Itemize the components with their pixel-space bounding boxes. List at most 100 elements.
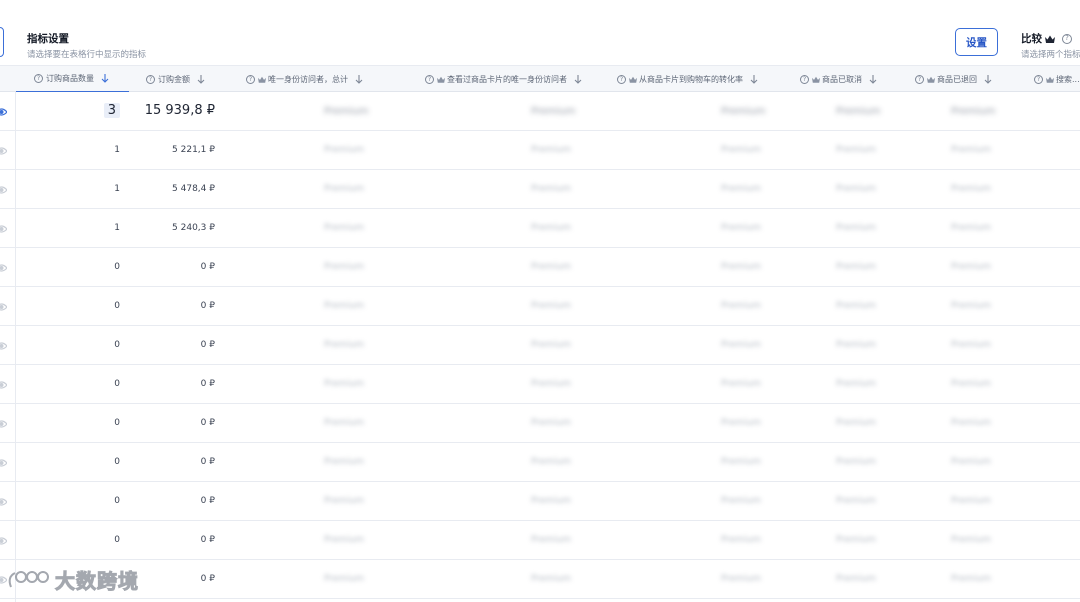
order-qty-cell: 1 bbox=[114, 184, 120, 194]
table-row: 1 5 478,4 ₽ Premium Premium Premium Premium Pr… bbox=[0, 170, 1080, 209]
column-header-6[interactable]: ? 商品已退回 bbox=[915, 66, 992, 92]
watermark-text: 大数跨境 bbox=[55, 569, 139, 594]
eye-icon[interactable] bbox=[0, 458, 7, 468]
order-amount-cell: 0 ₽ bbox=[200, 535, 215, 545]
help-icon[interactable]: ? bbox=[915, 74, 924, 84]
total-row: 3 15 939,8 ₽ Premium Premium Premium Premium P… bbox=[0, 92, 1080, 131]
order-amount-cell: 15 939,8 ₽ bbox=[144, 103, 215, 118]
premium-locked-cell: Premium bbox=[951, 262, 992, 272]
collapsed-left-button[interactable] bbox=[0, 27, 4, 57]
premium-locked-cell: Premium bbox=[836, 535, 877, 545]
premium-locked-cell: Premium bbox=[531, 535, 572, 545]
metrics-settings-title: 指标设置 bbox=[27, 33, 69, 45]
order-qty-cell: 0 bbox=[114, 262, 120, 272]
eye-icon[interactable] bbox=[0, 419, 7, 429]
table-row: 0 0 ₽ Premium Premium Premium Premium Premium bbox=[0, 326, 1080, 365]
order-amount-cell: 0 ₽ bbox=[200, 574, 215, 584]
column-header-1[interactable]: ? 订购金额 bbox=[146, 66, 205, 92]
sort-arrow-icon[interactable] bbox=[574, 74, 582, 84]
premium-locked-cell: Premium bbox=[721, 145, 762, 155]
sort-arrow-icon[interactable] bbox=[101, 74, 109, 83]
premium-locked-cell: Premium bbox=[324, 184, 365, 194]
eye-icon[interactable] bbox=[0, 380, 7, 390]
premium-locked-cell: Premium bbox=[951, 574, 992, 584]
premium-locked-cell: Premium bbox=[324, 340, 365, 350]
help-icon[interactable]: ? bbox=[34, 74, 43, 83]
premium-locked-cell: Premium bbox=[951, 340, 992, 350]
premium-locked-cell: Premium bbox=[531, 379, 572, 389]
column-header-5[interactable]: ? 商品已取消 bbox=[800, 66, 877, 92]
table-row: 0 0 ₽ Premium Premium Premium Premium Premium bbox=[0, 482, 1080, 521]
premium-locked-cell: Premium bbox=[836, 496, 877, 506]
order-amount-cell: 0 ₽ bbox=[200, 301, 215, 311]
eye-icon[interactable] bbox=[0, 224, 7, 234]
premium-locked-cell: Premium bbox=[951, 223, 992, 233]
sort-arrow-icon[interactable] bbox=[869, 74, 877, 84]
premium-locked-cell: Premium bbox=[836, 145, 877, 155]
eye-icon[interactable] bbox=[0, 107, 7, 117]
column-header-4[interactable]: ? 从商品卡片到购物车的转化率 bbox=[617, 66, 758, 92]
help-icon[interactable]: ? bbox=[1062, 33, 1072, 44]
eye-icon[interactable] bbox=[0, 341, 7, 351]
column-header-2[interactable]: ? 唯一身份访问者，总计 bbox=[246, 66, 363, 92]
crown-icon bbox=[258, 76, 266, 83]
sort-arrow-icon[interactable] bbox=[197, 74, 205, 84]
premium-locked-cell: Premium bbox=[324, 379, 365, 389]
order-amount-cell: 0 ₽ bbox=[200, 457, 215, 467]
premium-locked-cell: Premium bbox=[324, 496, 365, 506]
premium-locked-cell: Premium bbox=[951, 106, 996, 117]
help-icon[interactable]: ? bbox=[1034, 74, 1043, 84]
premium-locked-cell: Premium bbox=[324, 301, 365, 311]
premium-locked-cell: Premium bbox=[721, 106, 766, 117]
crown-icon bbox=[1045, 35, 1055, 43]
premium-locked-cell: Premium bbox=[951, 418, 992, 428]
eye-icon[interactable] bbox=[0, 146, 7, 156]
help-icon[interactable]: ? bbox=[246, 74, 255, 84]
metrics-toolbar: 指标设置 请选择要在表格行中显示的指标 设置 比较 ? 请选择两个指标 bbox=[0, 0, 1080, 65]
column-header-label: 订购金额 bbox=[158, 74, 190, 84]
premium-locked-cell: Premium bbox=[721, 184, 762, 194]
premium-locked-cell: Premium bbox=[531, 106, 576, 117]
premium-locked-cell: Premium bbox=[721, 418, 762, 428]
settings-button[interactable]: 设置 bbox=[955, 28, 998, 56]
sort-arrow-icon[interactable] bbox=[984, 74, 992, 84]
compare-block: 比较 ? 请选择两个指标 bbox=[1021, 31, 1080, 60]
premium-locked-cell: Premium bbox=[721, 262, 762, 272]
help-icon[interactable]: ? bbox=[617, 74, 626, 84]
premium-locked-cell: Premium bbox=[324, 262, 365, 272]
premium-locked-cell: Premium bbox=[951, 496, 992, 506]
table-row: 0 0 ₽ Premium Premium Premium Premium Premium bbox=[0, 443, 1080, 482]
help-icon[interactable]: ? bbox=[800, 74, 809, 84]
eye-icon[interactable] bbox=[0, 263, 7, 273]
premium-locked-cell: Premium bbox=[951, 145, 992, 155]
table-row: 0 0 ₽ Premium Premium Premium Premium Premium bbox=[0, 404, 1080, 443]
eye-icon[interactable] bbox=[0, 497, 7, 507]
premium-locked-cell: Premium bbox=[836, 457, 877, 467]
premium-locked-cell: Premium bbox=[531, 340, 572, 350]
eye-icon[interactable] bbox=[0, 302, 7, 312]
help-icon[interactable]: ? bbox=[146, 74, 155, 84]
column-header-label: 搜索... bbox=[1056, 74, 1080, 84]
order-amount-cell: 5 478,4 ₽ bbox=[172, 184, 215, 194]
column-header-label: 从商品卡片到购物车的转化率 bbox=[639, 74, 743, 84]
order-amount-cell: 5 221,1 ₽ bbox=[172, 145, 215, 155]
column-header-label: 订购商品数量 bbox=[46, 74, 94, 83]
eye-icon[interactable] bbox=[0, 536, 7, 546]
help-icon[interactable]: ? bbox=[425, 74, 434, 84]
eye-icon[interactable] bbox=[0, 185, 7, 195]
metrics-settings-block: 指标设置 请选择要在表格行中显示的指标 bbox=[27, 31, 146, 60]
sort-arrow-icon[interactable] bbox=[750, 74, 758, 84]
column-header-0[interactable]: ? 订购商品数量 bbox=[16, 66, 129, 93]
column-header-7[interactable]: ? 搜索... bbox=[1034, 66, 1080, 92]
order-amount-cell: 0 ₽ bbox=[200, 496, 215, 506]
premium-locked-cell: Premium bbox=[836, 106, 881, 117]
sort-arrow-icon[interactable] bbox=[355, 74, 363, 84]
crown-icon bbox=[927, 76, 935, 83]
premium-locked-cell: Premium bbox=[531, 457, 572, 467]
premium-locked-cell: Premium bbox=[531, 262, 572, 272]
premium-locked-cell: Premium bbox=[721, 457, 762, 467]
table-row: 0 0 ₽ Premium Premium Premium Premium Premium bbox=[0, 248, 1080, 287]
column-header-3[interactable]: ? 查看过商品卡片的唯一身份访问者 bbox=[425, 66, 582, 92]
premium-locked-cell: Premium bbox=[721, 301, 762, 311]
table-header: ? 订购商品数量? 订购金额? 唯一身份访问者，总计? 查看过商品卡片的唯一身份访问者?… bbox=[0, 65, 1080, 93]
